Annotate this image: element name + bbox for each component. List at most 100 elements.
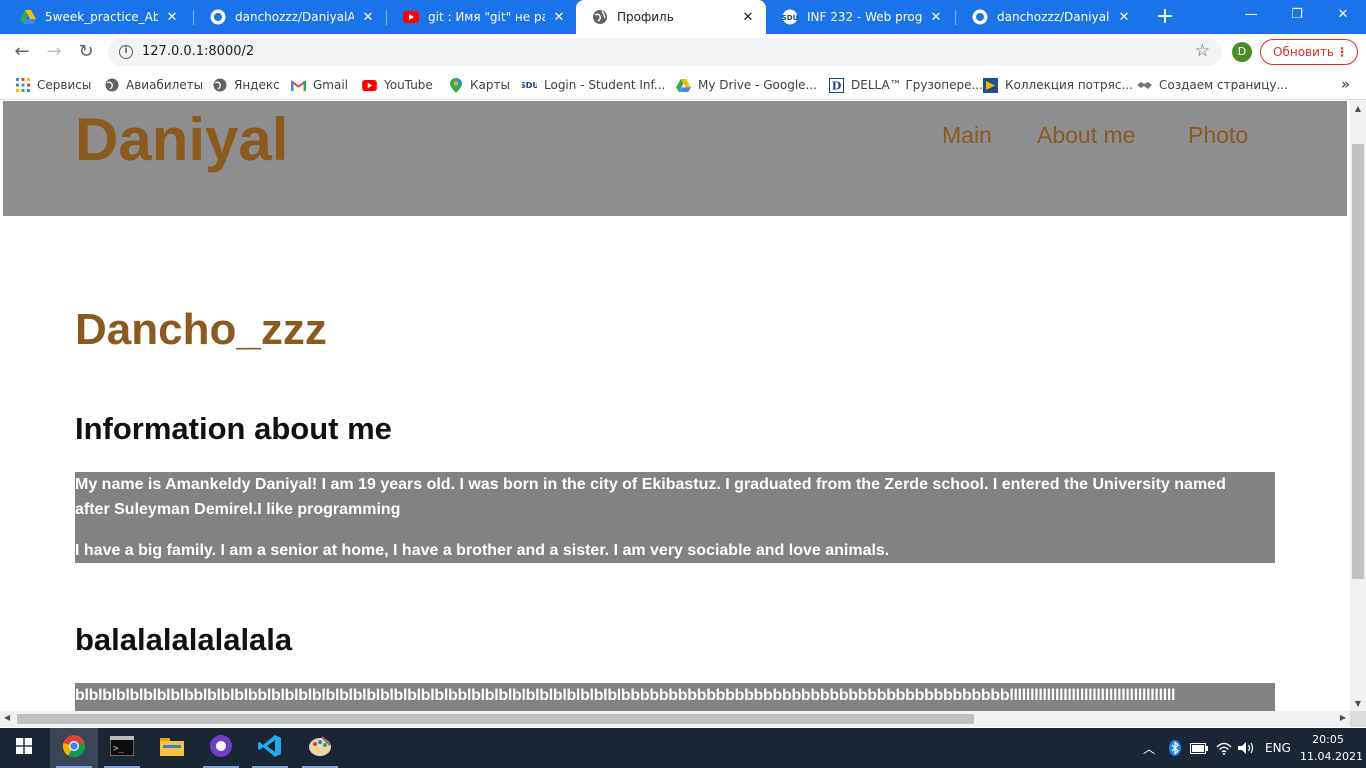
bookmark-gmail[interactable]: Gmail xyxy=(291,76,348,94)
close-tab-icon[interactable]: ✕ xyxy=(1116,10,1132,25)
taskbar-vscode[interactable] xyxy=(246,728,294,768)
bookmark-services[interactable]: Сервисы xyxy=(15,76,91,94)
taskbar-terminal[interactable]: >_ xyxy=(98,728,146,768)
username-heading: Dancho_zzz xyxy=(75,305,327,354)
address-bar[interactable]: i 127.0.0.1:8000/2 ☆ xyxy=(108,38,1222,66)
reload-button[interactable]: ↻ xyxy=(72,38,100,66)
svg-text:D: D xyxy=(832,79,842,92)
bookmark-label: Сервисы xyxy=(37,78,92,92)
bookmark-maps[interactable]: Карты xyxy=(448,76,510,94)
nav-link-photo[interactable]: Photo xyxy=(1188,122,1248,149)
horizontal-scrollbar[interactable]: ◀ ▶ xyxy=(0,711,1350,727)
bookmark-yandex[interactable]: Яндекс xyxy=(212,76,280,94)
paint-palette-icon xyxy=(308,735,332,761)
forward-button[interactable]: → xyxy=(40,38,68,66)
browser-tab-5[interactable]: SDU INF 232 - Web programming ✕ xyxy=(766,0,954,34)
update-button[interactable]: Обновить ⋮ xyxy=(1260,39,1358,65)
chrome-icon xyxy=(62,734,86,762)
profile-avatar[interactable]: D xyxy=(1232,42,1252,62)
globe-icon xyxy=(104,78,119,93)
scroll-left-arrow-icon[interactable]: ◀ xyxy=(4,713,10,722)
close-tab-icon[interactable]: ✕ xyxy=(928,10,944,25)
clock-time: 20:05 xyxy=(1312,733,1344,746)
info-heading: Information about me xyxy=(75,411,392,446)
bookmark-youtube[interactable]: YouTube xyxy=(362,76,433,94)
bookmark-label: My Drive - Google... xyxy=(698,78,817,92)
bookmark-create-page[interactable]: Создаем страницу... xyxy=(1137,76,1288,94)
maps-pin-icon xyxy=(448,77,463,93)
bluetooth-icon[interactable] xyxy=(1169,728,1181,768)
chevron-up-icon: ︿ xyxy=(1143,741,1156,756)
browser-tab-active[interactable]: Профиль ✕ xyxy=(576,0,766,34)
clock[interactable]: 20:05 11.04.2021 xyxy=(1300,731,1363,765)
horizontal-scroll-thumb[interactable] xyxy=(17,714,974,724)
site-logo[interactable]: Daniyal xyxy=(75,105,288,174)
taskbar-paint[interactable] xyxy=(296,728,344,768)
restore-button[interactable]: ❐ xyxy=(1274,0,1320,32)
site-header: Daniyal Main About me Photo xyxy=(3,101,1347,216)
start-button[interactable] xyxy=(0,728,48,768)
scroll-up-arrow-icon[interactable]: ▲ xyxy=(1350,104,1366,113)
tab-title: danchozzz/DaniyalAmankeldiy xyxy=(235,10,354,24)
browser-tab-2[interactable]: danchozzz/DaniyalAmankeldiy ✕ xyxy=(194,0,386,34)
url-text[interactable]: 127.0.0.1:8000/2 xyxy=(142,44,254,59)
bookmark-collection[interactable]: Коллекция потряс... xyxy=(983,76,1133,94)
svg-text:SDU: SDU xyxy=(782,14,798,22)
battery-icon[interactable] xyxy=(1190,728,1208,768)
close-tab-icon[interactable]: ✕ xyxy=(740,10,756,25)
terminal-icon: >_ xyxy=(109,735,135,760)
nav-link-main[interactable]: Main xyxy=(942,122,992,149)
scroll-right-arrow-icon[interactable]: ▶ xyxy=(1340,713,1346,722)
close-tab-icon[interactable]: ✕ xyxy=(551,10,567,25)
browser-tab-6[interactable]: danchozzz/DaniyalAmankeldiy ✕ xyxy=(956,0,1142,34)
bookmark-della[interactable]: D DELLA™ Грузопере... xyxy=(829,76,983,94)
bookmarks-bar: Сервисы Авиабилеты Яндекс Gmail YouTube … xyxy=(0,70,1366,100)
bookmark-google-drive[interactable]: My Drive - Google... xyxy=(676,76,817,94)
more-bookmarks-button[interactable]: » xyxy=(1341,75,1350,93)
github-icon xyxy=(972,9,988,25)
vertical-scroll-thumb[interactable] xyxy=(1352,144,1364,579)
taskbar-github-desktop[interactable] xyxy=(197,728,245,768)
new-tab-button[interactable]: + xyxy=(1152,3,1178,31)
browser-tab-strip: 5week_practice_AbylayKubenov ✕ danchozzz… xyxy=(0,0,1366,34)
show-hidden-icons-button[interactable]: ︿ xyxy=(1143,728,1155,768)
language-indicator[interactable]: ENG xyxy=(1265,728,1291,768)
google-drive-icon xyxy=(20,9,36,25)
taskbar-file-explorer[interactable] xyxy=(148,728,196,768)
github-icon xyxy=(210,9,226,25)
taskbar-chrome[interactable] xyxy=(50,728,98,768)
tab-title: danchozzz/DaniyalAmankeldiy xyxy=(997,10,1110,24)
close-tab-icon[interactable]: ✕ xyxy=(360,10,376,25)
close-tab-icon[interactable]: ✕ xyxy=(164,10,180,25)
bookmark-label: Login - Student Inf... xyxy=(544,78,666,92)
vertical-scrollbar[interactable]: ▲ ▼ xyxy=(1350,101,1366,711)
site-info-icon[interactable]: i xyxy=(119,45,133,59)
della-icon: D xyxy=(829,77,844,93)
close-window-button[interactable]: ✕ xyxy=(1320,0,1366,32)
svg-text:>_: >_ xyxy=(113,744,124,754)
wifi-icon[interactable] xyxy=(1216,728,1232,768)
scrollbar-corner xyxy=(1350,711,1366,727)
info-box: My name is Amankeldy Daniyal! I am 19 ye… xyxy=(75,472,1275,563)
bookmark-aviabilety[interactable]: Авиабилеты xyxy=(104,76,203,94)
bookmark-star-icon[interactable]: ☆ xyxy=(1195,41,1210,61)
minimize-button[interactable]: — xyxy=(1228,0,1274,32)
bookmark-label: Яндекс xyxy=(234,78,280,92)
browser-tab-1[interactable]: 5week_practice_AbylayKubenov ✕ xyxy=(4,0,190,34)
windows-taskbar: >_ ︿ ENG 20:05 11.04.2021 xyxy=(0,728,1366,768)
browser-toolbar: ← → ↻ i 127.0.0.1:8000/2 ☆ D Обновить ⋮ xyxy=(0,34,1366,70)
nav-link-about-me[interactable]: About me xyxy=(1037,122,1135,149)
tab-title: INF 232 - Web programming xyxy=(807,10,922,24)
volume-icon[interactable] xyxy=(1238,728,1255,768)
clock-date: 11.04.2021 xyxy=(1300,750,1363,763)
sdu-icon: SDU xyxy=(522,78,537,93)
bookmark-student-info[interactable]: SDU Login - Student Inf... xyxy=(522,76,665,94)
vscode-icon xyxy=(258,734,282,762)
back-button[interactable]: ← xyxy=(8,38,36,66)
scroll-down-arrow-icon[interactable]: ▼ xyxy=(1350,699,1366,708)
browser-tab-3[interactable]: git : Имя "git" не распознано ✕ xyxy=(387,0,577,34)
youtube-icon xyxy=(403,9,419,25)
info-paragraph-1: My name is Amankeldy Daniyal! I am 19 ye… xyxy=(75,476,1226,518)
collection-icon xyxy=(983,77,998,93)
gmail-icon xyxy=(291,78,306,93)
